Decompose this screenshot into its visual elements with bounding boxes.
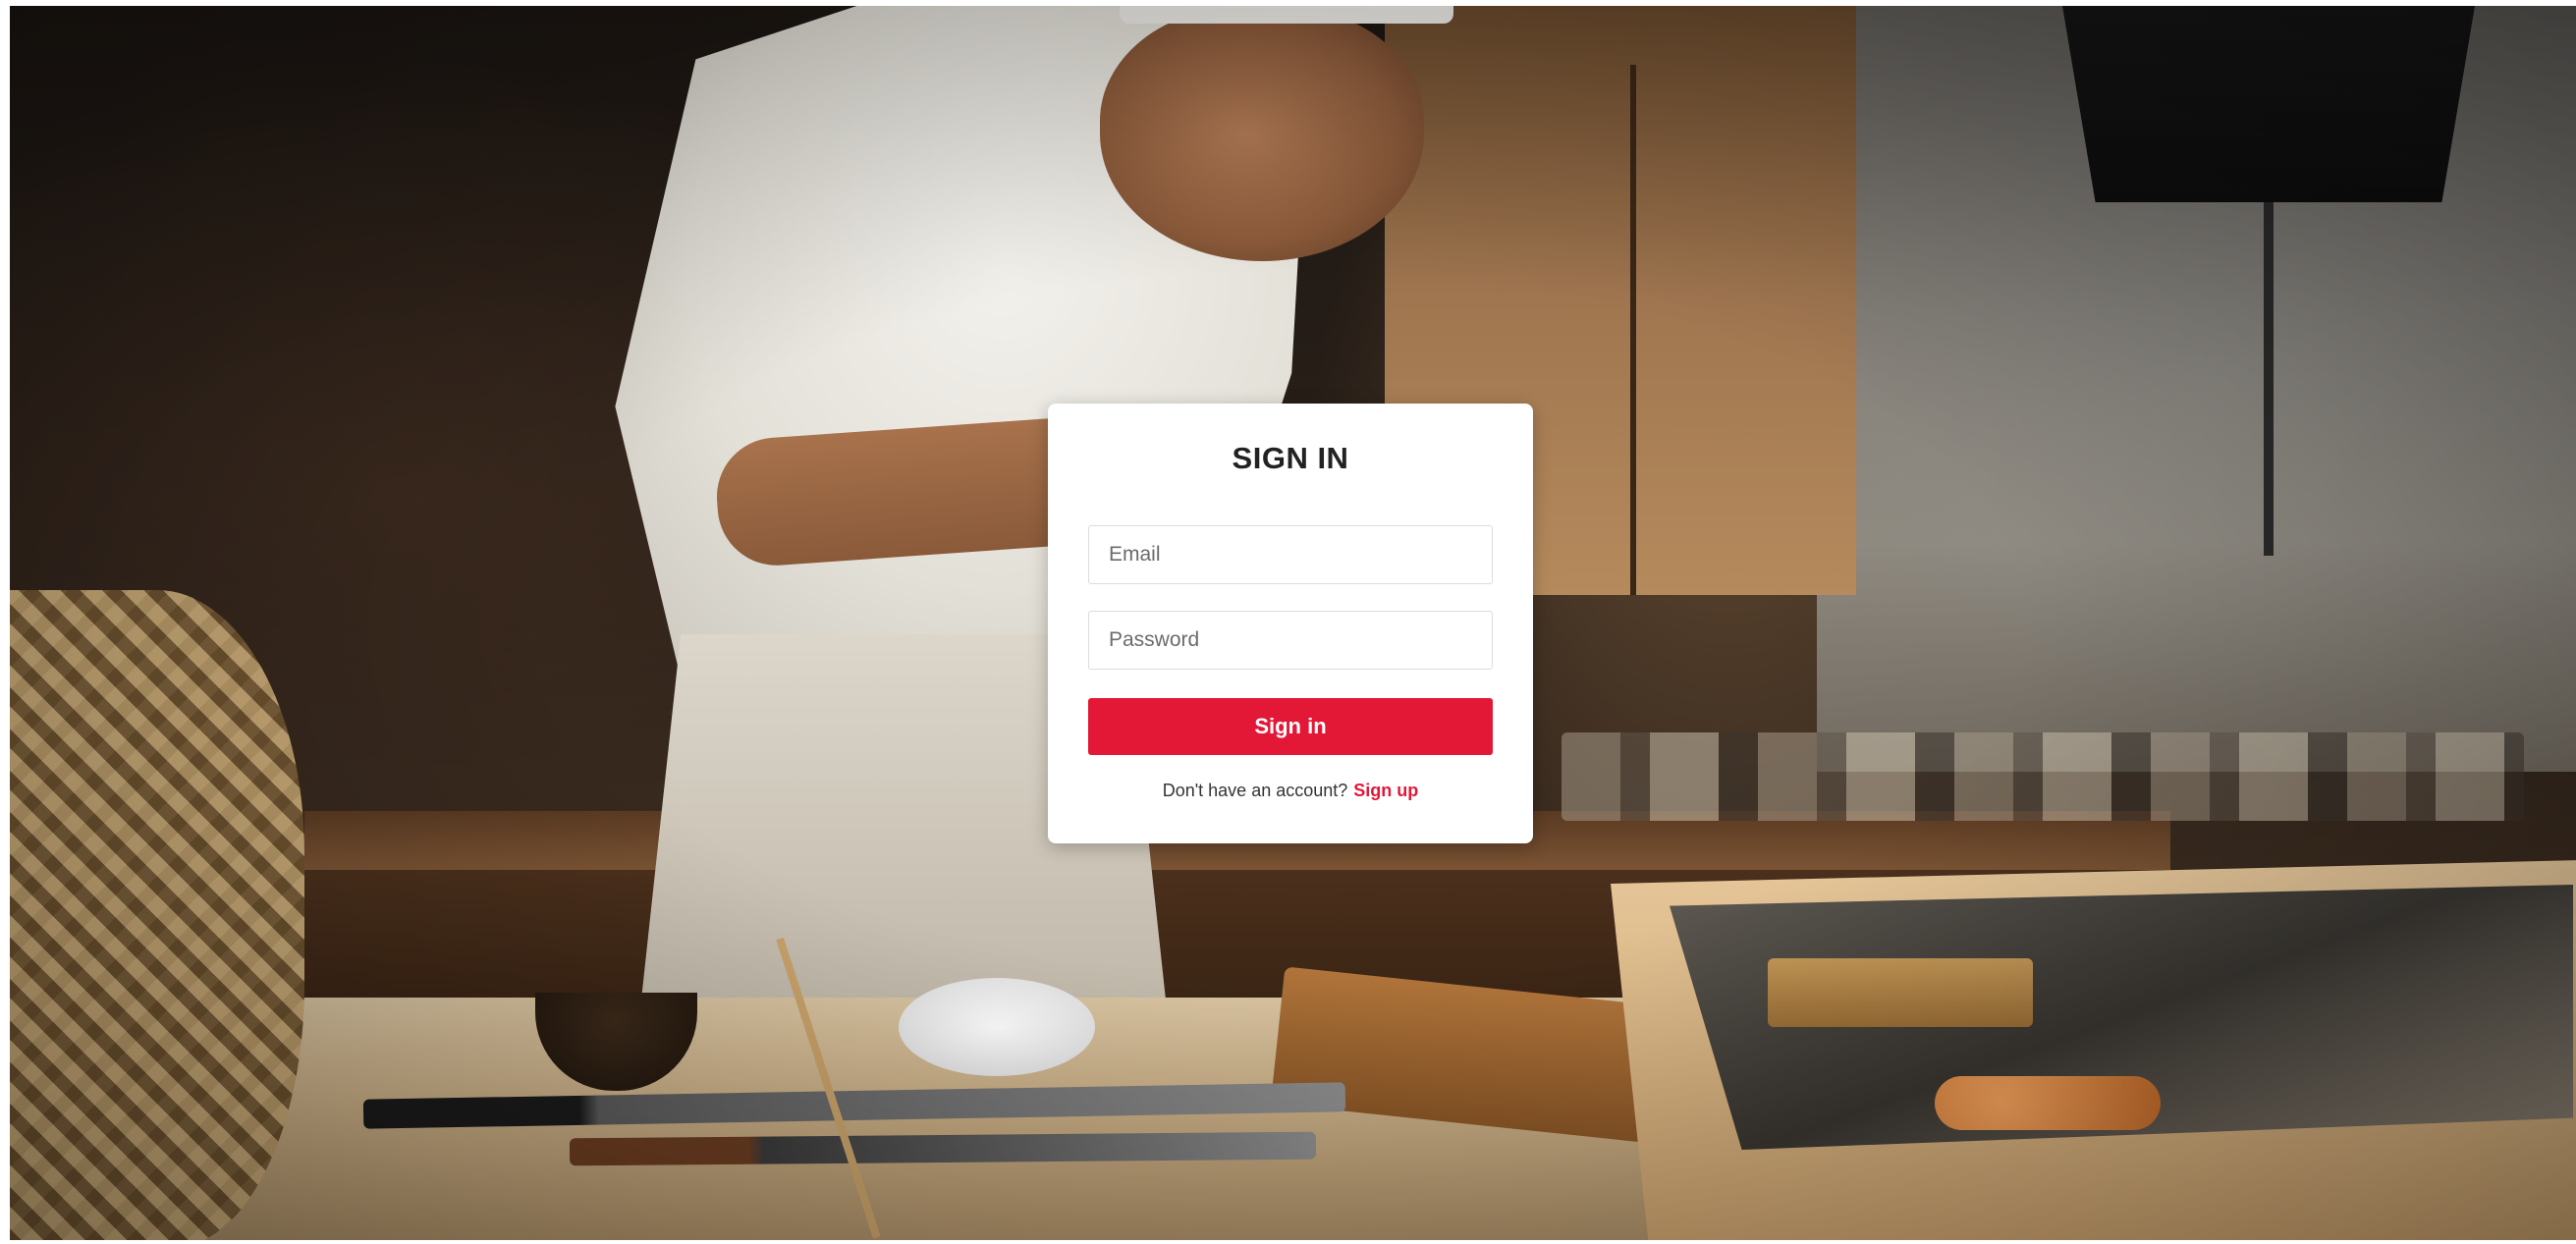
signup-link[interactable]: Sign up	[1353, 781, 1418, 800]
signin-card: SIGN IN Sign in Don't have an account? Si…	[1048, 404, 1533, 843]
signup-row: Don't have an account? Sign up	[1048, 781, 1533, 801]
signin-title: SIGN IN	[1232, 441, 1349, 475]
email-input[interactable]	[1088, 525, 1493, 584]
password-input[interactable]	[1088, 611, 1493, 670]
signin-button[interactable]: Sign in	[1088, 698, 1493, 755]
signup-prompt: Don't have an account?	[1162, 781, 1348, 800]
